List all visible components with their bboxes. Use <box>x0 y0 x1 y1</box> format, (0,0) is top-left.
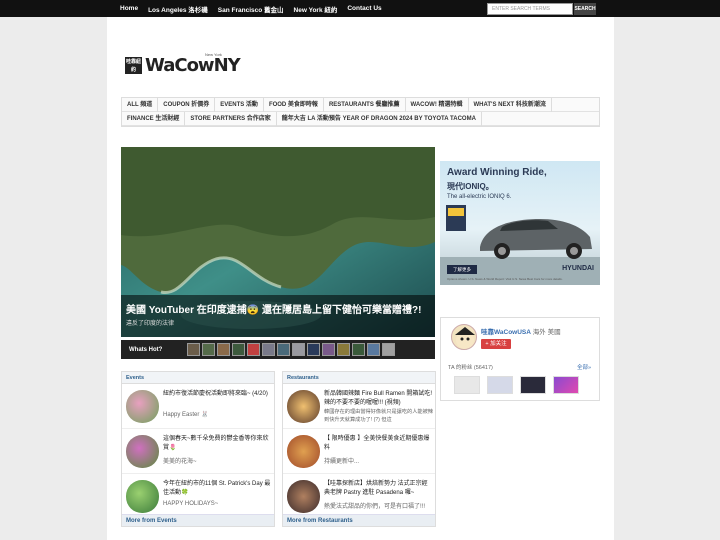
profile-location: 海外 美國 <box>532 329 561 336</box>
follow-button[interactable]: + 加关注 <box>481 339 511 349</box>
hot-thumb[interactable] <box>187 343 200 356</box>
top-bar: Home Los Angeles 洛杉磯 San Francisco 舊金山 N… <box>0 0 720 17</box>
ad-brand-logo: HYUNDAI <box>562 265 594 272</box>
all-fans-link[interactable]: 全部» <box>577 363 591 371</box>
nav-restaurants[interactable]: RESTAURANTS 餐廳推薦 <box>324 97 406 112</box>
pizza-thumbnail <box>287 435 320 468</box>
whats-hot-label: Whats Hot? <box>129 346 163 353</box>
main-nav: ALL 頻道 COUPON 折價券 EVENTS 活動 FOOD 美食即時報 R… <box>121 97 600 127</box>
fan-avatar[interactable] <box>553 376 579 394</box>
hero-slider[interactable]: 美國 YouTuber 在印度逮捕😨 還在隱居島上留下健怡可樂當贈禮?! 違反了… <box>121 147 435 337</box>
page-container: 哇靠紐約 WaCowNY New York ALL 頻道 COUPON 折價券 … <box>107 17 614 540</box>
hot-thumb[interactable] <box>247 343 260 356</box>
item-title[interactable]: 紐約市復活節慶祝活動即將來臨~ (4/20) <box>163 390 272 399</box>
item-title[interactable]: 今年在紐約市的11個 St. Patrick's Day 最佳活動🍀 <box>163 480 272 498</box>
list-item[interactable]: 【 限時優惠 】全美快餐美食近期優惠爆料 持續更新中... <box>283 429 435 474</box>
more-restaurants-link[interactable]: More from Restaurants <box>283 514 435 526</box>
topnav-los-angeles[interactable]: Los Angeles 洛杉磯 <box>148 4 208 14</box>
weibo-profile-widget: 哇靠WaCowUSA 海外 美國 + 加关注 TA 的粉丝 (56417) 全部… <box>440 317 600 401</box>
hot-thumb[interactable] <box>217 343 230 356</box>
item-subtitle: 韓國存在的理由當得好像就只是讓吃的人能被辣到快升天就算成功了! (?) 但這 <box>324 409 433 423</box>
item-title[interactable]: 這個春天~數千朵免費的鬱金香等你來欣賞🌷 <box>163 435 272 453</box>
item-title[interactable]: 新品韓國辣麵 Fire Bull Ramen 開箱試吃! 辣的不要不要的喔喔!!… <box>324 390 433 408</box>
hot-thumb[interactable] <box>202 343 215 356</box>
hyundai-ad-banner[interactable]: Award Winning Ride, 現代IONIQ。 The all-ele… <box>440 161 600 285</box>
more-events-link[interactable]: More from Events <box>122 514 274 526</box>
main-nav-row-1: ALL 頻道 COUPON 折價券 EVENTS 活動 FOOD 美食即時報 R… <box>122 97 599 112</box>
mascot-icon <box>455 327 475 349</box>
restaurants-header[interactable]: Restaurants <box>283 372 435 384</box>
fan-avatars <box>454 376 579 394</box>
hero-subtitle: 違反了印度的法律 <box>126 321 175 327</box>
list-item[interactable]: 今年在紐約市的11個 St. Patrick's Day 最佳活動🍀 HAPPY… <box>122 474 274 519</box>
hot-thumb[interactable] <box>307 343 320 356</box>
profile-name-text[interactable]: 哇靠WaCowUSA <box>481 329 531 336</box>
ramen-thumbnail <box>287 390 320 423</box>
hot-thumb[interactable] <box>352 343 365 356</box>
main-nav-row-2: FINANCE 生活財經 STORE PARTNERS 合作店家 龍年大吉 LA… <box>122 111 599 126</box>
hot-thumb[interactable] <box>232 343 245 356</box>
item-title[interactable]: 【 限時優惠 】全美快餐美食近期優惠爆料 <box>324 435 433 453</box>
item-title[interactable]: 【哇靠探新店】烘焙新勢力 法式正宗經典老牌 Pastry 進駐 Pasadena… <box>324 480 433 498</box>
nav-store-partners[interactable]: STORE PARTNERS 合作店家 <box>185 111 277 126</box>
st-patricks-thumbnail <box>126 480 159 513</box>
item-subtitle: Happy Easter 🐰 <box>163 412 209 418</box>
avatar[interactable] <box>451 324 477 350</box>
tulips-thumbnail <box>126 435 159 468</box>
restaurants-column: Restaurants 新品韓國辣麵 Fire Bull Ramen 開箱試吃!… <box>282 371 436 527</box>
hot-thumb[interactable] <box>367 343 380 356</box>
search-input[interactable]: ENTER SEARCH TERMS <box>487 3 573 15</box>
whats-hot-bar: Whats Hot? <box>121 340 435 359</box>
hot-thumb[interactable] <box>337 343 350 356</box>
fan-avatar[interactable] <box>520 376 546 394</box>
ad-fineprint: Options shown. U.S. News & World Report:… <box>447 277 563 281</box>
item-subtitle: 美美的花海~ <box>163 459 197 465</box>
profile-name[interactable]: 哇靠WaCowUSA 海外 美國 <box>481 326 561 336</box>
hero-title[interactable]: 美國 YouTuber 在印度逮捕😨 還在隱居島上留下健怡可樂當贈禮?! <box>126 301 430 316</box>
nav-wacow[interactable]: WACOW! 精選特輯 <box>406 97 469 112</box>
topnav-contact[interactable]: Contact Us <box>347 5 381 12</box>
list-item[interactable]: 【哇靠探新店】烘焙新勢力 法式正宗經典老牌 Pastry 進駐 Pasadena… <box>283 474 435 519</box>
topnav-san-francisco[interactable]: San Francisco 舊金山 <box>218 4 284 14</box>
list-item[interactable]: 紐約市復活節慶祝活動即將來臨~ (4/20) Happy Easter 🐰 <box>122 384 274 429</box>
search-button[interactable]: SEARCH <box>574 3 596 15</box>
logo-badge: 哇靠紐約 <box>125 57 142 74</box>
list-item[interactable]: 這個春天~數千朵免費的鬱金香等你來欣賞🌷 美美的花海~ <box>122 429 274 474</box>
nav-finance[interactable]: FINANCE 生活財經 <box>122 111 186 126</box>
nav-all[interactable]: ALL 頻道 <box>122 97 159 112</box>
hot-thumb[interactable] <box>262 343 275 356</box>
site-logo[interactable]: 哇靠紐約 WaCowNY New York <box>125 52 241 76</box>
nav-coupon[interactable]: COUPON 折價券 <box>158 97 216 112</box>
nav-whats-next[interactable]: WHAT'S NEXT 科技新潮流 <box>469 97 552 112</box>
hot-thumb[interactable] <box>277 343 290 356</box>
topnav-home[interactable]: Home <box>120 5 138 12</box>
nav-food[interactable]: FOOD 美食即時報 <box>264 97 324 112</box>
logo-subtext: New York <box>205 52 222 57</box>
fan-avatar[interactable] <box>487 376 513 394</box>
hot-thumb[interactable] <box>382 343 395 356</box>
events-header[interactable]: Events <box>122 372 274 384</box>
topnav-new-york[interactable]: New York 紐約 <box>294 4 338 14</box>
fans-count: TA 的粉丝 (56417) <box>448 365 493 371</box>
fan-avatar[interactable] <box>454 376 480 394</box>
item-subtitle: 持續更新中... <box>324 459 360 465</box>
nav-year-of-dragon[interactable]: 龍年大吉 LA 活動預告 YEAR OF DRAGON 2024 BY TOYO… <box>277 111 482 126</box>
events-column: Events 紐約市復活節慶祝活動即將來臨~ (4/20) Happy East… <box>121 371 275 527</box>
item-subtitle: HAPPY HOLIDAYS~ <box>163 501 219 507</box>
list-item[interactable]: 新品韓國辣麵 Fire Bull Ramen 開箱試吃! 辣的不要不要的喔喔!!… <box>283 384 435 429</box>
pastry-thumbnail <box>287 480 320 513</box>
nav-events[interactable]: EVENTS 活動 <box>215 97 264 112</box>
hot-thumb[interactable] <box>292 343 305 356</box>
hero-caption: 美國 YouTuber 在印度逮捕😨 還在隱居島上留下健怡可樂當贈禮?! 違反了… <box>121 295 435 337</box>
easter-eggs-thumbnail <box>126 390 159 423</box>
top-nav: Home Los Angeles 洛杉磯 San Francisco 舊金山 N… <box>120 0 382 17</box>
item-subtitle: 熱愛法式甜品的你們，可是有口福了!!! <box>324 504 426 510</box>
ad-learn-more-button[interactable]: 了解更多 <box>447 265 477 274</box>
hot-thumb[interactable] <box>322 343 335 356</box>
logo-text: WaCowNY <box>145 55 241 76</box>
